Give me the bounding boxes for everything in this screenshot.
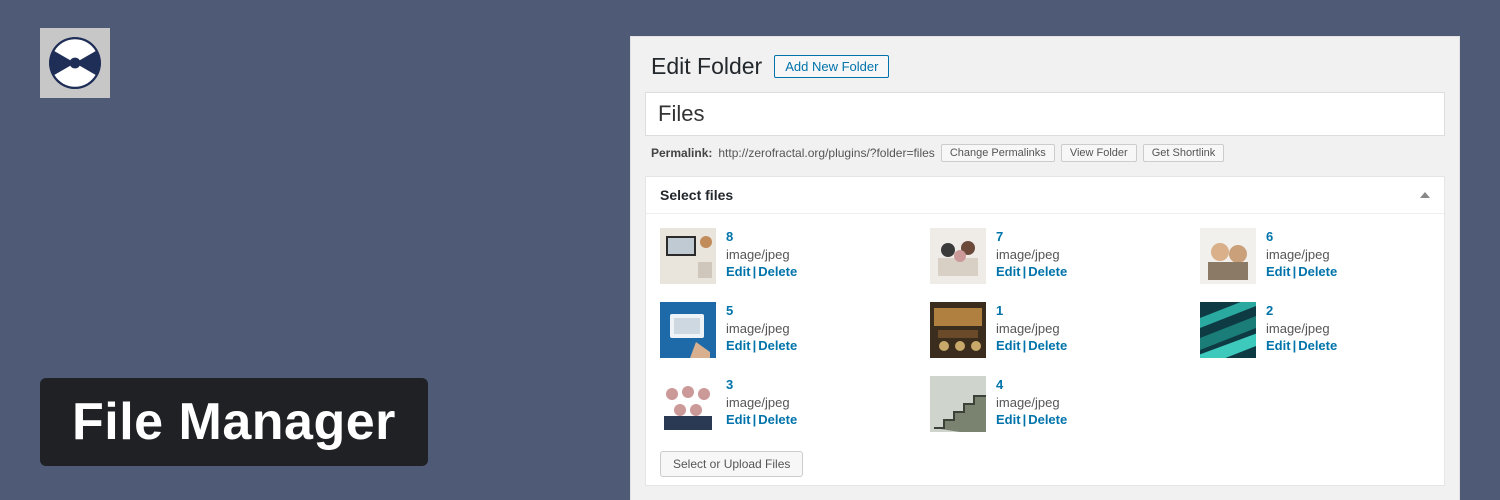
file-meta: 1image/jpegEdit|Delete — [996, 302, 1067, 358]
file-item: 1image/jpegEdit|Delete — [930, 302, 1160, 358]
file-edit-link[interactable]: Edit — [996, 264, 1021, 279]
change-permalinks-button[interactable]: Change Permalinks — [941, 144, 1055, 162]
file-delete-link[interactable]: Delete — [1298, 264, 1337, 279]
page-title: File Manager — [40, 378, 428, 466]
metabox-footer: Select or Upload Files — [646, 446, 1444, 485]
file-id-link[interactable]: 5 — [726, 302, 797, 320]
file-item: 7image/jpegEdit|Delete — [930, 228, 1160, 284]
file-delete-link[interactable]: Delete — [1028, 264, 1067, 279]
metabox-header: Select files — [646, 177, 1444, 214]
file-meta: 4image/jpegEdit|Delete — [996, 376, 1067, 432]
file-item: 6image/jpegEdit|Delete — [1200, 228, 1430, 284]
file-actions: Edit|Delete — [726, 337, 797, 355]
file-edit-link[interactable]: Edit — [726, 412, 751, 427]
file-actions: Edit|Delete — [996, 337, 1067, 355]
file-edit-link[interactable]: Edit — [726, 264, 751, 279]
file-actions: Edit|Delete — [1266, 337, 1337, 355]
metabox-title: Select files — [660, 187, 733, 203]
file-meta: 8image/jpegEdit|Delete — [726, 228, 797, 284]
permalink-row: Permalink: http://zerofractal.org/plugin… — [631, 136, 1459, 176]
file-item: 5image/jpegEdit|Delete — [660, 302, 890, 358]
file-delete-link[interactable]: Delete — [1298, 338, 1337, 353]
file-thumbnail[interactable] — [1200, 302, 1256, 358]
select-upload-button[interactable]: Select or Upload Files — [660, 451, 803, 477]
file-actions: Edit|Delete — [1266, 263, 1337, 281]
file-thumbnail[interactable] — [660, 228, 716, 284]
file-thumbnail[interactable] — [1200, 228, 1256, 284]
file-meta: 3image/jpegEdit|Delete — [726, 376, 797, 432]
folder-name-row — [645, 92, 1445, 136]
file-thumbnail[interactable] — [660, 302, 716, 358]
file-edit-link[interactable]: Edit — [1266, 338, 1291, 353]
file-thumbnail[interactable] — [930, 228, 986, 284]
edit-folder-panel: Edit Folder Add New Folder Permalink: ht… — [630, 36, 1460, 500]
file-id-link[interactable]: 2 — [1266, 302, 1337, 320]
file-edit-link[interactable]: Edit — [996, 338, 1021, 353]
folder-name-input[interactable] — [658, 101, 1432, 127]
file-item: 4image/jpegEdit|Delete — [930, 376, 1160, 432]
file-actions: Edit|Delete — [996, 411, 1067, 429]
file-meta: 7image/jpegEdit|Delete — [996, 228, 1067, 284]
file-mime: image/jpeg — [1266, 320, 1337, 338]
file-id-link[interactable]: 7 — [996, 228, 1067, 246]
get-shortlink-button[interactable]: Get Shortlink — [1143, 144, 1225, 162]
file-mime: image/jpeg — [996, 394, 1067, 412]
file-mime: image/jpeg — [996, 320, 1067, 338]
file-actions: Edit|Delete — [996, 263, 1067, 281]
file-mime: image/jpeg — [996, 246, 1067, 264]
view-folder-button[interactable]: View Folder — [1061, 144, 1137, 162]
file-mime: image/jpeg — [726, 320, 797, 338]
file-item: 8image/jpegEdit|Delete — [660, 228, 890, 284]
file-id-link[interactable]: 3 — [726, 376, 797, 394]
file-actions: Edit|Delete — [726, 263, 797, 281]
file-delete-link[interactable]: Delete — [758, 338, 797, 353]
add-new-folder-button[interactable]: Add New Folder — [774, 55, 889, 78]
file-id-link[interactable]: 8 — [726, 228, 797, 246]
file-meta: 2image/jpegEdit|Delete — [1266, 302, 1337, 358]
file-delete-link[interactable]: Delete — [1028, 338, 1067, 353]
file-edit-link[interactable]: Edit — [1266, 264, 1291, 279]
file-thumbnail[interactable] — [660, 376, 716, 432]
file-mime: image/jpeg — [726, 246, 797, 264]
file-item: 3image/jpegEdit|Delete — [660, 376, 890, 432]
file-edit-link[interactable]: Edit — [726, 338, 751, 353]
file-id-link[interactable]: 4 — [996, 376, 1067, 394]
file-delete-link[interactable]: Delete — [758, 412, 797, 427]
file-thumbnail[interactable] — [930, 302, 986, 358]
file-grid: 8image/jpegEdit|Delete7image/jpegEdit|De… — [646, 214, 1444, 446]
file-thumbnail[interactable] — [930, 376, 986, 432]
file-meta: 6image/jpegEdit|Delete — [1266, 228, 1337, 284]
triblade-icon — [48, 36, 102, 90]
metabox-toggle-icon[interactable] — [1420, 192, 1430, 198]
app-logo — [40, 28, 110, 98]
panel-heading: Edit Folder — [651, 53, 762, 80]
permalink-url: http://zerofractal.org/plugins/?folder=f… — [718, 146, 934, 160]
file-delete-link[interactable]: Delete — [1028, 412, 1067, 427]
select-files-metabox: Select files 8image/jpegEdit|Delete7imag… — [645, 176, 1445, 486]
file-id-link[interactable]: 1 — [996, 302, 1067, 320]
file-mime: image/jpeg — [1266, 246, 1337, 264]
panel-header: Edit Folder Add New Folder — [631, 37, 1459, 92]
file-actions: Edit|Delete — [726, 411, 797, 429]
permalink-label: Permalink: — [651, 146, 712, 160]
file-delete-link[interactable]: Delete — [758, 264, 797, 279]
file-id-link[interactable]: 6 — [1266, 228, 1337, 246]
file-edit-link[interactable]: Edit — [996, 412, 1021, 427]
file-mime: image/jpeg — [726, 394, 797, 412]
file-item: 2image/jpegEdit|Delete — [1200, 302, 1430, 358]
file-meta: 5image/jpegEdit|Delete — [726, 302, 797, 358]
